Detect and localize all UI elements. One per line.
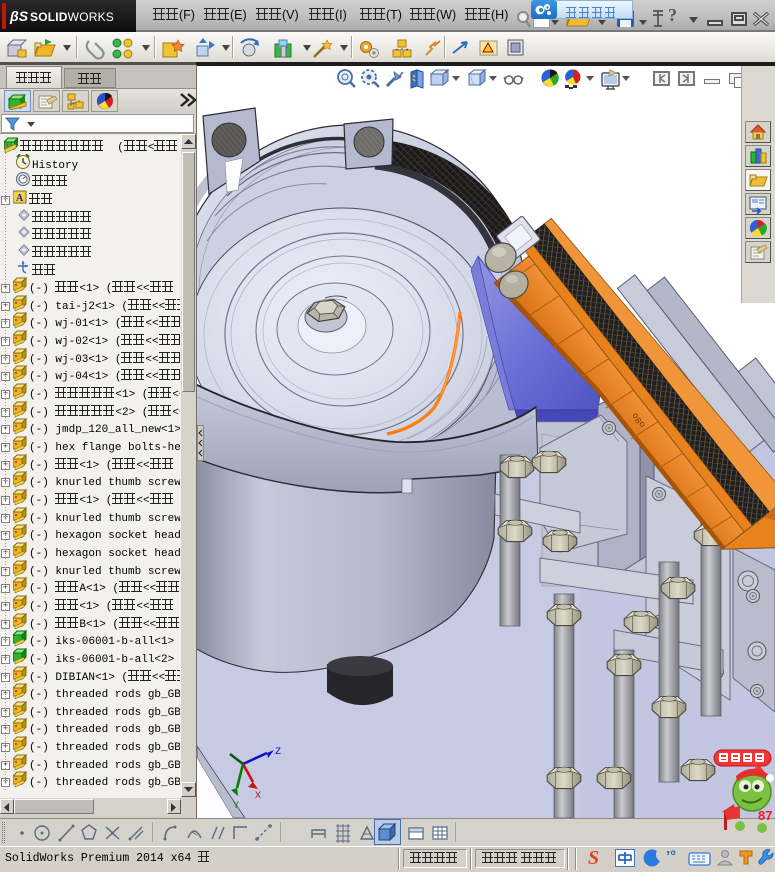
svg-text:X: X xyxy=(255,791,261,802)
svg-text:Y: Y xyxy=(233,801,239,812)
svg-text:Z: Z xyxy=(275,747,281,758)
svg-text:87: 87 xyxy=(758,808,772,823)
